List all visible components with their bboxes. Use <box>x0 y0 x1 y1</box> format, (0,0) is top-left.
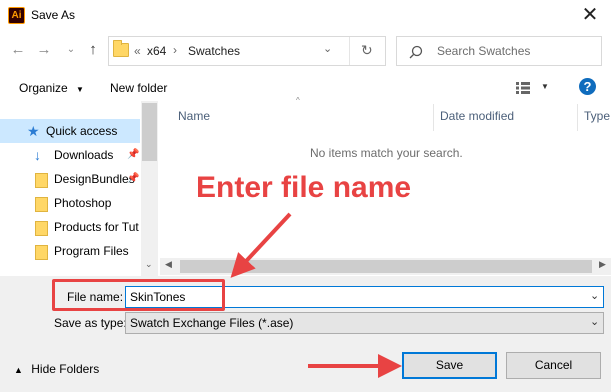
annotation-arrow-to-filename <box>230 212 292 278</box>
annotation-arrows <box>230 212 402 378</box>
